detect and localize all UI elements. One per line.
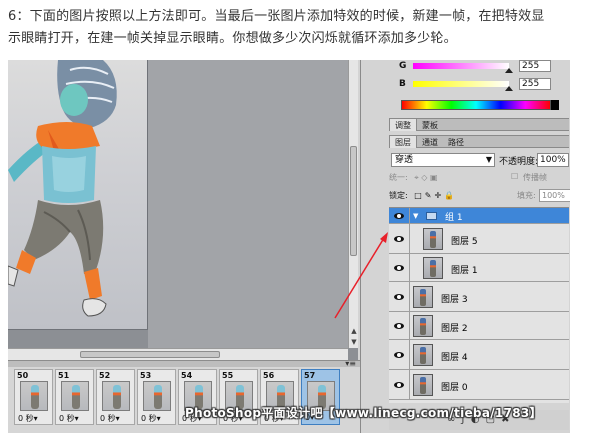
instruction-text: 6：下面的图片按照以上方法即可。当最后一张图片添加特效的时候，新建一帧，在把特效…	[8, 6, 588, 50]
photoshop-screenshot: ▲ ▼ ▾≡ 50 0 秒▾ 51 0 秒▾ 52 0 秒▾ 53 0 秒▾ 54 0 秒▾ 55 0…	[8, 60, 570, 433]
page: 6：下面的图片按照以上方法即可。当最后一张图片添加特效的时候，新建一帧，在把特效…	[0, 0, 594, 433]
watermark-text: PhotoShop平面设计吧【www.linecg.com/tieba/1783…	[185, 406, 542, 420]
instruction-line-1: 6：下面的图片按照以上方法即可。当最后一张图片添加特效的时候，新建一帧，在把特效…	[8, 9, 545, 24]
red-arrow	[334, 232, 388, 319]
instruction-line-2: 示眼睛打开，在建一帧关掉显示眼睛。你想做多少次闪烁就循环添加多少轮。	[8, 31, 457, 46]
